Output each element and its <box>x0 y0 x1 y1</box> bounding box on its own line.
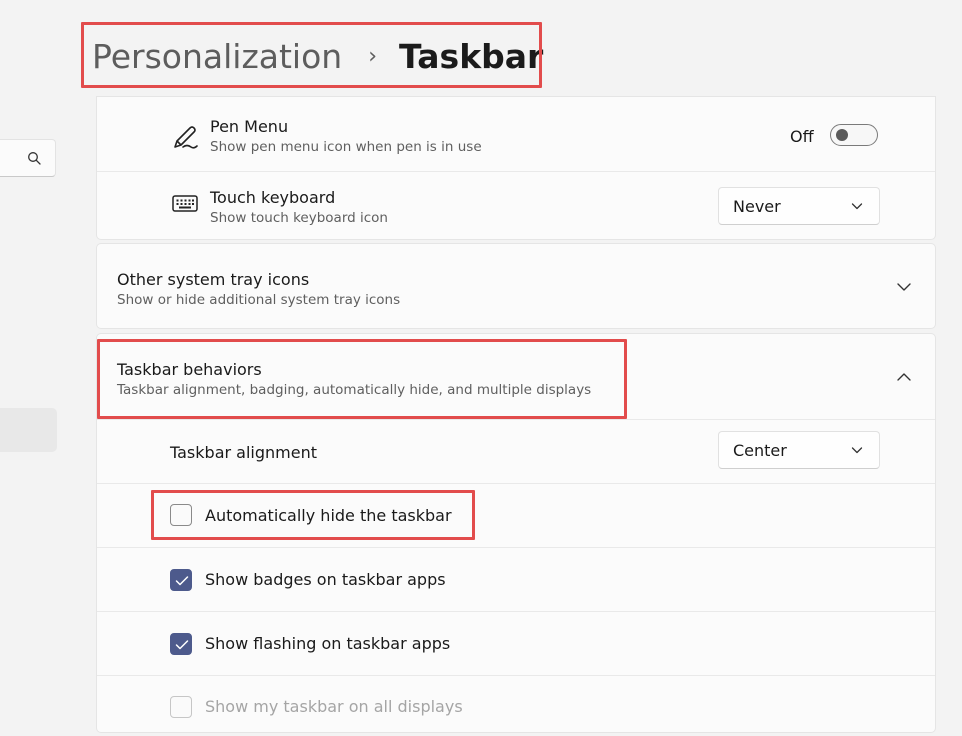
all-displays-label: Show my taskbar on all displays <box>205 697 463 716</box>
breadcrumb-parent-link[interactable]: Personalization <box>92 37 342 76</box>
checkmark-icon <box>175 576 189 586</box>
taskbar-alignment-value: Center <box>733 441 787 460</box>
taskbar-alignment-dropdown[interactable]: Center <box>718 431 880 469</box>
touch-keyboard-dropdown[interactable]: Never <box>718 187 880 225</box>
taskbar-behaviors-card: Taskbar behaviors Taskbar alignment, bad… <box>96 333 936 733</box>
page-title: Taskbar <box>399 36 544 76</box>
show-badges-label[interactable]: Show badges on taskbar apps <box>205 570 446 589</box>
touch-keyboard-subtitle: Show touch keyboard icon <box>210 210 388 226</box>
touch-keyboard-row: Touch keyboard Show touch keyboard icon … <box>97 171 935 241</box>
pen-menu-toggle[interactable] <box>830 124 878 146</box>
checkmark-icon <box>175 640 189 650</box>
taskbar-behaviors-header[interactable]: Taskbar behaviors Taskbar alignment, bad… <box>97 334 935 419</box>
auto-hide-label[interactable]: Automatically hide the taskbar <box>205 506 452 525</box>
toggle-knob <box>836 129 848 141</box>
chevron-up-icon[interactable] <box>896 372 912 382</box>
tray-icons-card: Pen Menu Show pen menu icon when pen is … <box>96 96 936 240</box>
other-tray-icons-card[interactable]: Other system tray icons Show or hide add… <box>96 243 936 329</box>
auto-hide-checkbox[interactable] <box>170 504 192 526</box>
show-flashing-label[interactable]: Show flashing on taskbar apps <box>205 634 450 653</box>
pen-menu-title: Pen Menu <box>210 117 289 136</box>
chevron-down-icon <box>851 203 863 210</box>
show-flashing-checkbox[interactable] <box>170 633 192 655</box>
breadcrumb-separator-icon: › <box>368 43 378 69</box>
search-icon <box>28 152 41 165</box>
keyboard-icon <box>172 195 198 212</box>
show-flashing-row: Show flashing on taskbar apps <box>97 611 935 676</box>
auto-hide-row: Automatically hide the taskbar <box>97 483 935 548</box>
nav-item-selected[interactable] <box>0 408 57 452</box>
chevron-down-icon <box>851 447 863 454</box>
taskbar-behaviors-title: Taskbar behaviors <box>117 360 262 379</box>
all-displays-checkbox <box>170 696 192 718</box>
taskbar-alignment-label: Taskbar alignment <box>170 443 317 462</box>
pen-menu-toggle-state: Off <box>790 127 814 146</box>
taskbar-behaviors-subtitle: Taskbar alignment, badging, automaticall… <box>117 382 592 398</box>
pen-menu-row: Pen Menu Show pen menu icon when pen is … <box>97 97 935 171</box>
nav-search-box[interactable] <box>0 139 56 177</box>
other-tray-title: Other system tray icons <box>117 270 310 289</box>
show-badges-row: Show badges on taskbar apps <box>97 547 935 612</box>
touch-keyboard-value: Never <box>733 197 781 216</box>
show-badges-checkbox[interactable] <box>170 569 192 591</box>
chevron-down-icon[interactable] <box>896 282 912 292</box>
taskbar-alignment-row: Taskbar alignment Center <box>97 419 935 484</box>
touch-keyboard-title: Touch keyboard <box>210 188 336 207</box>
pen-icon <box>174 126 198 149</box>
all-displays-row: Show my taskbar on all displays <box>97 675 935 736</box>
breadcrumb: Personalization › Taskbar <box>92 34 543 78</box>
pen-menu-subtitle: Show pen menu icon when pen is in use <box>210 139 482 155</box>
other-tray-subtitle: Show or hide additional system tray icon… <box>117 292 401 308</box>
